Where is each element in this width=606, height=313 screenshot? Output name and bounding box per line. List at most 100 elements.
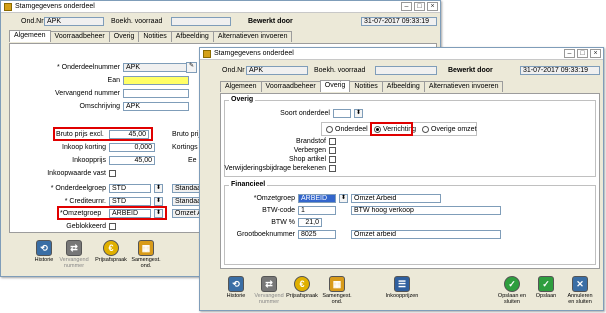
tab-notities[interactable]: Notities [138,31,172,42]
grootboek-field[interactable]: 8025 [298,230,336,239]
front-tab-panel: Overig Soort onderdeel ⬍ Onderdeel Verri… [220,93,600,269]
back-vervangend-button[interactable]: ⇄ Vervangend nummer [59,240,89,269]
back-historie-button[interactable]: ⟲ Historie [29,240,59,263]
back-samengest-button[interactable]: ▦ Samengest. ond. [131,240,161,269]
back-prijsafspraak-button[interactable]: € Prijsafspraak [95,240,127,263]
radio-onderdeel[interactable] [326,126,333,133]
inkoopprijzen-button[interactable]: ☰ Inkoopprijzen [384,276,420,299]
cancel-close-icon: ✕ [572,276,588,292]
coin-icon: € [294,276,310,292]
history-icon: ⟲ [228,276,244,292]
bewerkt-door-label: Bewerkt door [248,18,293,25]
opslaan-button[interactable]: ✓ Opslaan [531,276,561,299]
save-close-icon: ✓ [504,276,520,292]
replace-icon: ⇄ [66,240,82,256]
onderdeelgroep-desc: Standaa [172,184,202,193]
omzetgroep-field[interactable]: ARBEID [298,194,336,203]
tab-overig[interactable]: Overig [319,80,351,92]
maximize-icon[interactable]: □ [414,2,425,11]
front-prijsafspraak-button[interactable]: € Prijsafspraak [286,276,318,299]
front-samengest-label: Samengest. ond. [322,293,352,305]
coin-icon: € [103,240,119,256]
close-icon[interactable]: × [590,49,601,58]
ond-nr-field[interactable]: APK [246,66,308,75]
tab-algemeen[interactable]: Algemeen [220,81,262,92]
radio-overige-omzet[interactable] [422,126,429,133]
btw-code-desc: BTW hoog verkoop [351,206,501,215]
tab-afbeelding[interactable]: Afbeelding [170,31,214,42]
inkoopprijzen-label: Inkoopprijzen [385,293,419,299]
onderdeelgroep-field[interactable]: STD [109,184,151,193]
omschrijving-label: Omschrijving [79,103,120,110]
omzetgroep-lookup-icon[interactable]: ⬍ [339,194,348,203]
btw-code-field[interactable]: 1 [298,206,336,215]
shop-artikel-checkbox[interactable] [329,156,336,163]
back-vervangend-label: Vervangend nummer [59,257,89,269]
front-samengest-button[interactable]: ▦ Samengest. ond. [322,276,352,305]
highlight-verrichting [370,122,413,136]
geblokkeerd-checkbox[interactable] [109,223,116,230]
brandstof-checkbox[interactable] [329,138,336,145]
tab-voorraadbeheer[interactable]: Voorraadbeheer [260,81,321,92]
tab-algemeen[interactable]: Algemeen [9,30,51,42]
verbergen-label: Verbergen [293,147,326,154]
ean-field[interactable] [123,76,189,85]
tab-voorraadbeheer[interactable]: Voorraadbeheer [49,31,110,42]
vervangend-field[interactable] [123,89,189,98]
geblokkeerd-label: Geblokkeerd [66,223,106,230]
btw-pct-field[interactable]: 21,0 [298,218,322,227]
inkoopprijs-label: Inkoopprijs [72,157,106,164]
front-historie-button[interactable]: ⟲ Historie [221,276,251,299]
verbergen-checkbox[interactable] [329,147,336,154]
tab-afbeelding[interactable]: Afbeelding [381,81,425,92]
annuleren-sluiten-label: Annuleren en sluiten [567,293,593,305]
price-list-icon: ☰ [394,276,410,292]
tab-overig[interactable]: Overig [108,31,140,42]
verwijderingsbijdrage-checkbox[interactable] [329,165,336,172]
omzetgroep-desc: Omzet A [172,209,202,218]
close-icon[interactable]: × [427,2,438,11]
grootboek-desc: Omzet arbeid [351,230,501,239]
ean-label: Ean [107,77,120,84]
onderdeelnummer-field[interactable]: APK [123,63,189,72]
inkoop-korting-field[interactable]: 0,000 [109,143,155,152]
opslaan-sluiten-label: Opslaan en sluiten [497,293,527,305]
tab-alternatieven[interactable]: Alternatieven invoeren [423,81,504,92]
edit-icon[interactable]: ✎ [186,62,197,73]
soort-onderdeel-lookup-icon[interactable]: ⬍ [354,109,363,118]
annuleren-sluiten-button[interactable]: ✕ Annuleren en sluiten [565,276,595,305]
inkoopwaarde-label: Inkoopwaarde vast [47,170,106,177]
app-icon [4,2,12,11]
onderdeelnummer-label: * Onderdeelnummer [56,64,120,71]
onderdeelgroep-lookup-icon[interactable]: ⬍ [154,184,163,193]
boekh-voorraad-field [375,66,437,75]
crediteur-lookup-icon[interactable]: ⬍ [154,197,163,206]
front-historie-label: Historie [226,293,246,299]
soort-onderdeel-field[interactable] [333,109,351,118]
inkoop-korting-label: Inkoop korting [62,144,106,151]
minimize-icon[interactable]: – [564,49,575,58]
opslaan-sluiten-button[interactable]: ✓ Opslaan en sluiten [497,276,527,305]
minimize-icon[interactable]: – [401,2,412,11]
crediteur-label: * Crediteurnr. [64,198,106,205]
front-window-title: Stamgegevens onderdeel [214,50,294,57]
btw-code-label: BTW-code [262,207,295,214]
overig-group-title: Overig [229,96,256,103]
omschrijving-field[interactable]: APK [123,102,189,111]
tab-alternatieven[interactable]: Alternatieven invoeren [212,31,293,42]
btw-pct-label: BTW % [271,219,295,226]
crediteur-field[interactable]: STD [109,197,151,206]
front-prijsafspraak-label: Prijsafspraak [286,293,318,299]
inkoopwaarde-checkbox[interactable] [109,170,116,177]
front-vervangend-button[interactable]: ⇄ Vervangend nummer [254,276,284,305]
front-window: Stamgegevens onderdeel – □ × Ond.Nr APK … [199,47,604,311]
tab-notities[interactable]: Notities [349,81,383,92]
financieel-group: Financieel *Omzetgroep ARBEID ⬍ Omzet Ar… [224,181,596,265]
back-tabs: Algemeen Voorraadbeheer Overig Notities … [9,30,293,42]
maximize-icon[interactable]: □ [577,49,588,58]
highlight-omzetgroep [57,206,167,220]
soort-onderdeel-label: Soort onderdeel [280,110,330,117]
grootboek-label: Grootboeknummer [236,231,295,238]
inkoopprijs-field[interactable]: 45,00 [109,156,155,165]
ond-nr-field[interactable]: APK [44,17,104,26]
